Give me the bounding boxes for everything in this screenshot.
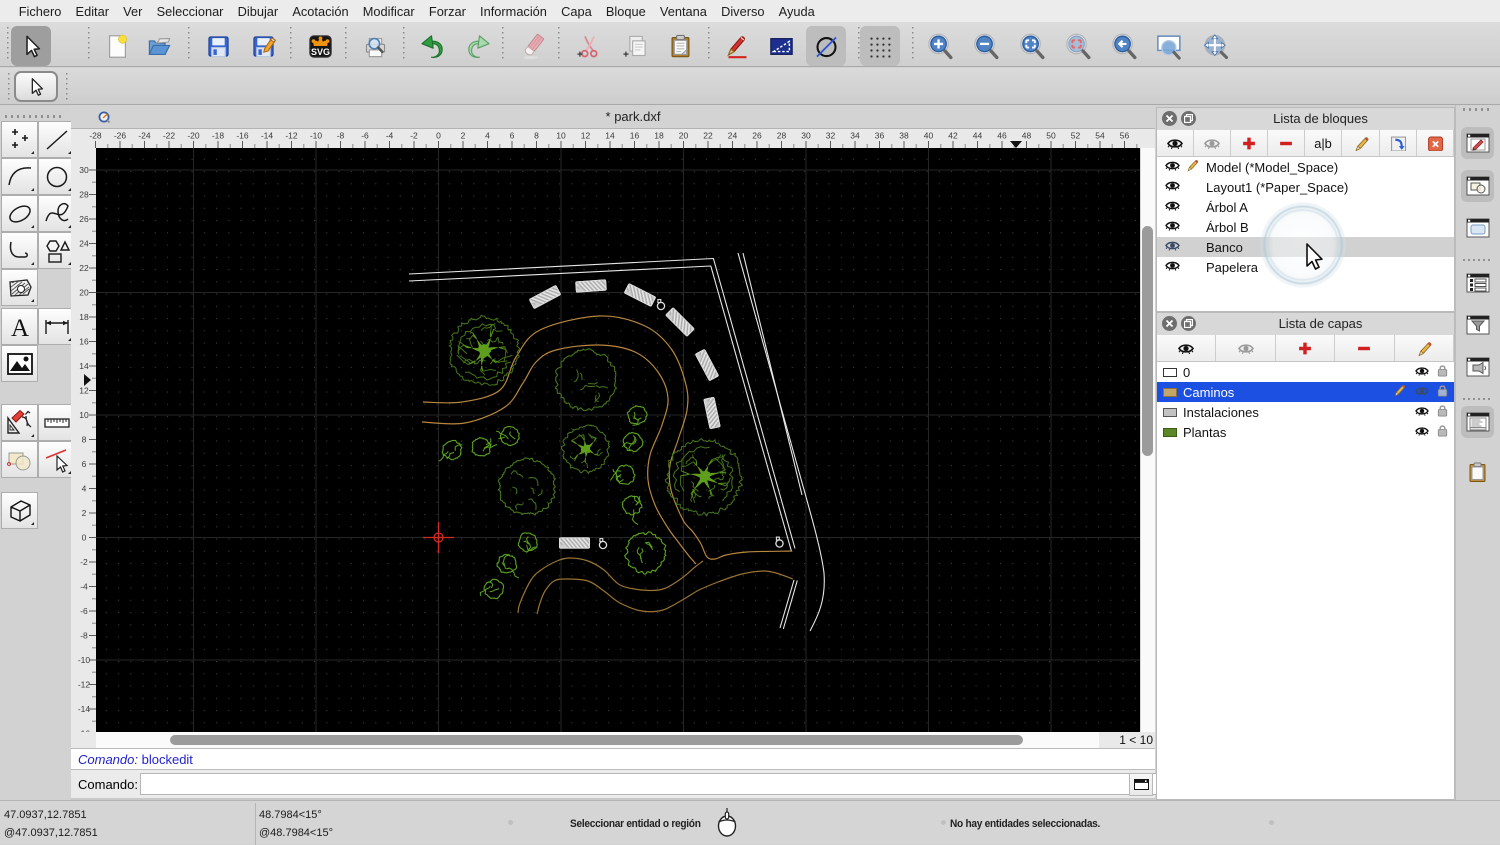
svg-text:-26: -26 bbox=[114, 131, 127, 141]
svg-text:50: 50 bbox=[1046, 131, 1056, 141]
svg-text:22: 22 bbox=[703, 131, 713, 141]
svg-text:14: 14 bbox=[79, 361, 89, 371]
svg-text:SVG: SVG bbox=[310, 46, 329, 56]
svg-text:32: 32 bbox=[826, 131, 836, 141]
svg-text:8: 8 bbox=[534, 131, 539, 141]
svg-text:-18: -18 bbox=[212, 131, 225, 141]
svg-text:22: 22 bbox=[79, 263, 89, 273]
svg-text:40: 40 bbox=[924, 131, 934, 141]
svg-text:-12: -12 bbox=[78, 680, 91, 690]
svg-text:-12: -12 bbox=[285, 131, 298, 141]
svg-text:42: 42 bbox=[948, 131, 958, 141]
svg-text:-4: -4 bbox=[80, 582, 88, 592]
svg-text:26: 26 bbox=[79, 214, 89, 224]
svg-text:-24: -24 bbox=[138, 131, 151, 141]
svg-text:-10: -10 bbox=[310, 131, 323, 141]
svg-text:2: 2 bbox=[461, 131, 466, 141]
svg-text:28: 28 bbox=[79, 190, 89, 200]
svg-text:48: 48 bbox=[1022, 131, 1032, 141]
svg-text:-16: -16 bbox=[78, 729, 91, 733]
svg-text:-22: -22 bbox=[163, 131, 176, 141]
svg-text:-28: -28 bbox=[89, 131, 102, 141]
svg-text:-6: -6 bbox=[361, 131, 369, 141]
svg-text:-2: -2 bbox=[80, 557, 88, 567]
svg-text:20: 20 bbox=[79, 288, 89, 298]
svg-text:10: 10 bbox=[79, 410, 89, 420]
svg-text:2: 2 bbox=[82, 508, 87, 518]
svg-text:44: 44 bbox=[973, 131, 983, 141]
svg-text:14: 14 bbox=[605, 131, 615, 141]
svg-text:38: 38 bbox=[899, 131, 909, 141]
svg-text:-10: -10 bbox=[78, 655, 91, 665]
svg-text:36: 36 bbox=[875, 131, 885, 141]
svg-text:4: 4 bbox=[485, 131, 490, 141]
svg-text:-6: -6 bbox=[80, 606, 88, 616]
svg-text:-14: -14 bbox=[78, 704, 91, 714]
svg-text:-14: -14 bbox=[261, 131, 274, 141]
svg-text:10: 10 bbox=[556, 131, 566, 141]
svg-text:20: 20 bbox=[679, 131, 689, 141]
svg-text:A: A bbox=[10, 315, 28, 342]
svg-text:16: 16 bbox=[630, 131, 640, 141]
svg-text:30: 30 bbox=[79, 165, 89, 175]
svg-text:-8: -8 bbox=[337, 131, 345, 141]
svg-text:52: 52 bbox=[1071, 131, 1081, 141]
svg-text:28: 28 bbox=[777, 131, 787, 141]
svg-text:26: 26 bbox=[752, 131, 762, 141]
svg-text:18: 18 bbox=[79, 312, 89, 322]
svg-text:24: 24 bbox=[728, 131, 738, 141]
svg-text:12: 12 bbox=[581, 131, 591, 141]
svg-text:18: 18 bbox=[654, 131, 664, 141]
svg-text:a|b: a|b bbox=[1315, 136, 1333, 151]
svg-text:56: 56 bbox=[1120, 131, 1130, 141]
svg-text:54: 54 bbox=[1095, 131, 1105, 141]
svg-text:0: 0 bbox=[82, 533, 87, 543]
svg-text:12: 12 bbox=[79, 386, 89, 396]
svg-text:4: 4 bbox=[82, 484, 87, 494]
svg-text:30: 30 bbox=[801, 131, 811, 141]
svg-text:0: 0 bbox=[436, 131, 441, 141]
svg-text:8: 8 bbox=[82, 435, 87, 445]
svg-text:-4: -4 bbox=[386, 131, 394, 141]
svg-text:24: 24 bbox=[79, 239, 89, 249]
svg-text:34: 34 bbox=[850, 131, 860, 141]
svg-text:46: 46 bbox=[997, 131, 1007, 141]
svg-text:6: 6 bbox=[510, 131, 515, 141]
svg-text:-16: -16 bbox=[236, 131, 249, 141]
svg-text:16: 16 bbox=[79, 337, 89, 347]
svg-text:-20: -20 bbox=[187, 131, 200, 141]
svg-text:6: 6 bbox=[82, 459, 87, 469]
svg-text:-2: -2 bbox=[410, 131, 418, 141]
svg-text:-8: -8 bbox=[80, 631, 88, 641]
